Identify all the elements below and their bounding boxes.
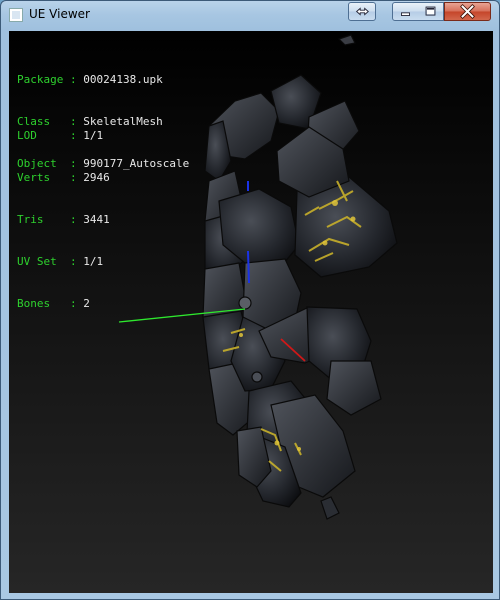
info-row: Package : 00024138.upk [17,73,163,86]
info-label: Package [17,73,70,86]
stat-label: UV Set [17,255,70,268]
package-value: 00024138.upk [83,73,163,86]
restore-button[interactable] [348,2,376,21]
app-window: UE Viewer Package: 00024138.upk Class:… [0,0,500,600]
maximize-icon [425,6,436,16]
stat-row: Tris : 3441 [17,213,110,226]
title-bar[interactable]: UE Viewer [1,1,499,29]
minimize-button[interactable] [392,2,419,21]
3d-viewport[interactable]: Package : 00024138.upk Class : SkeletalM… [9,31,493,593]
minimize-icon [401,12,410,16]
uv-set-value: 1/1 [83,255,104,268]
swap-arrows-icon [355,7,369,16]
stat-label: Tris [17,213,70,226]
bones-value: 2 [83,297,90,310]
stat-row: UV Set : 1/1 [17,255,104,268]
maximize-button[interactable] [418,2,444,21]
app-icon [9,8,23,22]
window-title: UE Viewer [29,7,90,21]
stat-row: Verts : 2946 [17,171,110,184]
stat-row: Bones : 2 [17,297,90,310]
stat-label: LOD [17,129,70,142]
verts-value: 2946 [83,171,110,184]
stat-label: Verts [17,171,70,184]
lod-value: 1/1 [83,129,104,142]
stat-label: Bones [17,297,70,310]
stat-row: LOD : 1/1 [17,129,104,142]
close-icon [460,4,475,19]
mesh-stats-panel: LOD : 1/1 Verts : 2946 Tris : 3441 UV Se… [17,101,110,339]
close-button[interactable] [444,2,491,21]
tris-value: 3441 [83,213,110,226]
